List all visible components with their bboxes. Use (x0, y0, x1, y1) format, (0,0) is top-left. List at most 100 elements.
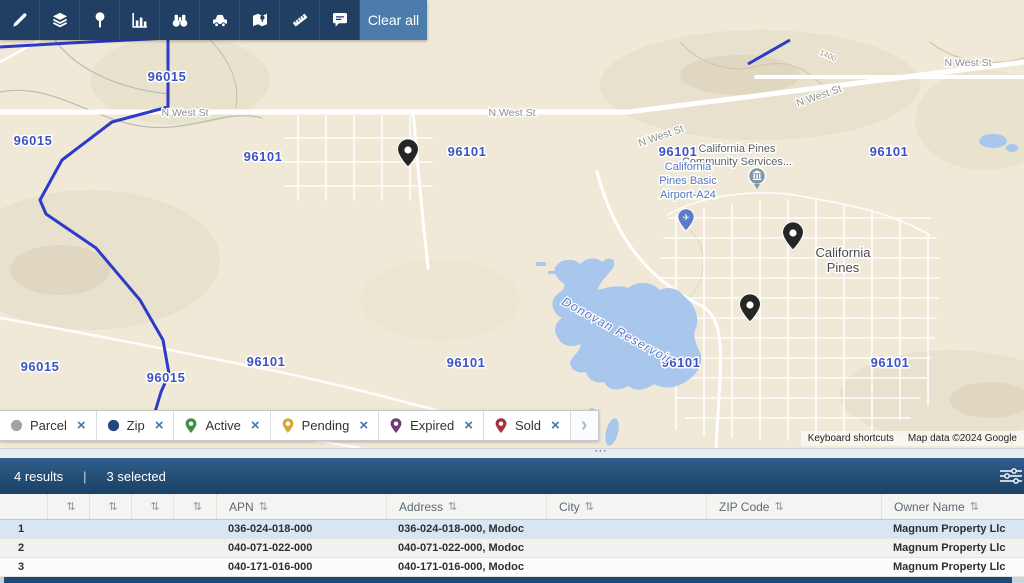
apn-cell: 040-071-022-000 (228, 542, 313, 554)
zip-label: 96101 (244, 149, 283, 164)
address-column-header[interactable]: Address ⇅ (386, 494, 546, 519)
zip-circle-icon (107, 419, 119, 432)
table-row[interactable]: 1 036-024-018-000 036-024-018-000, Modoc… (0, 520, 1024, 539)
sort-icon: ⇅ (150, 501, 160, 513)
measure-tool-button[interactable] (280, 0, 320, 40)
svg-text:✈: ✈ (682, 213, 690, 223)
zip-code-column-header[interactable]: ZIP Code ⇅ (706, 494, 881, 519)
row-number: 1 (18, 523, 25, 535)
poi-label: California Pines (698, 143, 776, 155)
sort-column-header[interactable]: ⇅ (47, 494, 89, 519)
city-cell (546, 539, 706, 557)
street-label: N West St (161, 107, 208, 119)
owner-cell: Magnum Property Llc (893, 542, 1006, 554)
close-icon[interactable]: × (359, 418, 368, 433)
close-icon[interactable]: × (551, 418, 560, 433)
chip-label: Zip (126, 418, 145, 433)
filter-chip-expired[interactable]: Expired × (379, 411, 484, 440)
svg-text:Pines: Pines (827, 260, 860, 275)
results-count: 4 results (14, 468, 64, 484)
map-with-pin-icon (252, 13, 267, 27)
zip-label: 96015 (21, 359, 60, 374)
table-settings-button[interactable] (998, 467, 1024, 488)
chips-scroll-right-button[interactable]: › (570, 411, 598, 440)
map-data-attribution: Map data ©2024 Google (900, 431, 1024, 446)
layers-icon (52, 12, 67, 28)
zip-label: 96015 (148, 69, 187, 84)
bar-chart-icon (131, 13, 147, 28)
filter-chip-active[interactable]: Active × (174, 411, 271, 440)
row-number: 2 (18, 542, 25, 554)
zip-label: 96015 (147, 370, 186, 385)
results-bar: 4 results | 3 selected (0, 458, 1024, 494)
zip-label: 96101 (448, 144, 487, 159)
chip-label: Pending (301, 418, 350, 433)
city-column-header[interactable]: City ⇅ (546, 494, 706, 519)
chevron-right-icon: › (580, 414, 588, 436)
comment-tool-button[interactable] (320, 0, 360, 40)
map-section[interactable]: N West St N West St N West St N West St … (0, 0, 1024, 448)
sort-icon: ⇅ (448, 501, 458, 513)
drive-time-tool-button[interactable] (200, 0, 240, 40)
clear-all-button[interactable]: Clear all (360, 0, 427, 40)
chip-label: Active (205, 418, 241, 433)
parcel-circle-icon (10, 419, 23, 432)
sort-column-header[interactable]: ⇅ (89, 494, 131, 519)
search-area-tool-button[interactable] (160, 0, 200, 40)
table-row[interactable]: 3 040-171-016-000 040-171-016-000, Modoc… (0, 558, 1024, 577)
speech-bubble-icon (332, 13, 347, 27)
map-toolbar: Clear all (0, 0, 427, 40)
filter-chip-sold[interactable]: Sold × (484, 411, 571, 440)
pin-tool-button[interactable] (80, 0, 120, 40)
scrollbar-thumb[interactable] (4, 577, 1012, 583)
keyboard-shortcuts-link[interactable]: Keyboard shortcuts (800, 431, 901, 446)
map-attribution: Keyboard shortcuts Map data ©2024 Google (800, 431, 1024, 446)
filter-chip-zip[interactable]: Zip × (97, 411, 175, 440)
apn-column-header[interactable]: APN ⇅ (216, 494, 386, 519)
binoculars-icon (172, 14, 187, 27)
chip-label: Expired (410, 418, 455, 433)
sort-column-header[interactable]: ⇅ (131, 494, 173, 519)
address-cell: 040-071-022-000, Modoc (398, 542, 524, 554)
sort-icon: ⇅ (774, 501, 784, 513)
poi-label: California (665, 161, 712, 173)
layers-tool-button[interactable] (40, 0, 80, 40)
close-icon[interactable]: × (77, 418, 86, 433)
selected-count: 3 selected (106, 468, 166, 484)
zip-cell (706, 558, 881, 576)
zip-cell (706, 520, 881, 538)
results-separator: | (83, 468, 87, 484)
filter-chip-parcel[interactable]: Parcel × (0, 411, 97, 440)
panel-resize-handle[interactable]: ⋯ (0, 443, 1024, 458)
close-icon[interactable]: × (251, 418, 260, 433)
close-icon[interactable]: × (155, 418, 164, 433)
zip-label: 96101 (870, 144, 909, 159)
sliders-icon (1000, 468, 1022, 484)
draw-tool-button[interactable] (0, 0, 40, 40)
owner-cell: Magnum Property Llc (893, 561, 1006, 573)
map-markers-tool-button[interactable] (240, 0, 280, 40)
street-label: N West St (488, 107, 535, 119)
sort-icon: ⇅ (258, 501, 268, 513)
expired-pin-icon (390, 417, 402, 433)
pending-pin-icon (282, 417, 294, 433)
filter-chip-pending[interactable]: Pending × (271, 411, 380, 440)
chart-tool-button[interactable] (120, 0, 160, 40)
small-pond (979, 134, 1007, 148)
sort-icon: ⇅ (969, 501, 979, 513)
table-row[interactable]: 2 040-071-022-000 040-071-022-000, Modoc… (0, 539, 1024, 558)
map-canvas[interactable]: N West St N West St N West St N West St … (0, 0, 1024, 448)
row-number-column-header (0, 494, 47, 519)
horizontal-scrollbar[interactable] (0, 577, 1024, 583)
owner-name-column-header[interactable]: Owner Name ⇅ (881, 494, 1024, 519)
ruler-icon (292, 13, 307, 27)
results-table-header: ⇅ ⇅ ⇅ ⇅ APN ⇅ Address ⇅ City ⇅ ZIP Code ⇅ Ow… (0, 494, 1024, 520)
apn-cell: 036-024-018-000 (228, 523, 313, 535)
zip-label: 96101 (247, 354, 286, 369)
city-cell (546, 558, 706, 576)
chip-label: Sold (514, 418, 541, 433)
sort-icon: ⇅ (192, 501, 203, 513)
sold-pin-icon (495, 417, 507, 433)
sort-column-header[interactable]: ⇅ (173, 494, 216, 519)
close-icon[interactable]: × (464, 418, 473, 433)
